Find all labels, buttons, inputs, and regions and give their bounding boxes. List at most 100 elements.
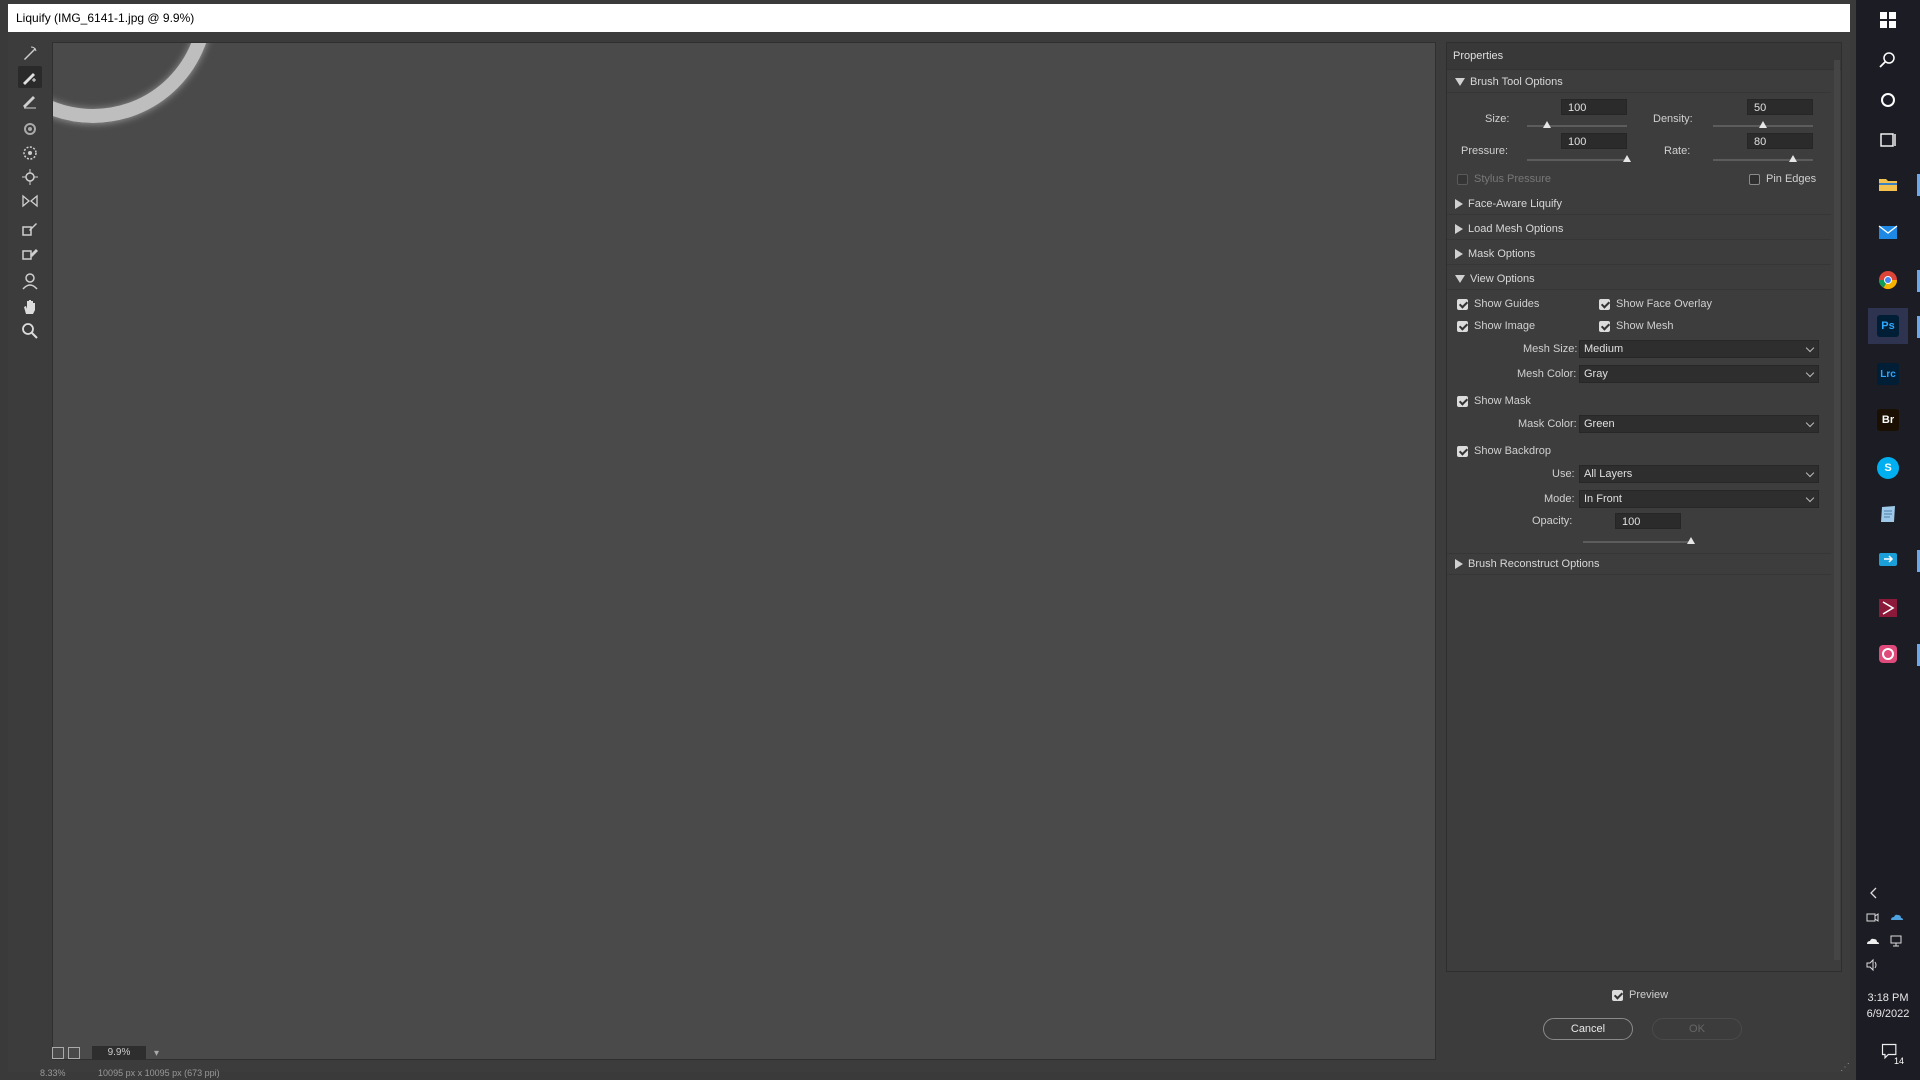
chrome-icon[interactable] bbox=[1868, 262, 1920, 298]
cloud-icon[interactable] bbox=[1862, 933, 1882, 949]
preview-checkbox[interactable]: Preview bbox=[1612, 989, 1668, 1001]
pdf-app-icon[interactable] bbox=[1868, 590, 1908, 626]
task-view-icon[interactable] bbox=[1868, 122, 1908, 158]
show-image-checkbox[interactable]: Show Image bbox=[1457, 320, 1535, 332]
slider-thumb[interactable] bbox=[1623, 155, 1631, 162]
mask-color-select[interactable]: Green bbox=[1579, 415, 1819, 433]
notification-center-icon[interactable]: 14 bbox=[1878, 1040, 1904, 1066]
cancel-button[interactable]: Cancel bbox=[1543, 1018, 1633, 1040]
reconstruct-tool-icon[interactable] bbox=[18, 66, 42, 88]
clock-time[interactable]: 3:18 PM bbox=[1856, 992, 1920, 1004]
show-mask-checkbox[interactable]: Show Mask bbox=[1457, 395, 1531, 407]
show-backdrop-checkbox[interactable]: Show Backdrop bbox=[1457, 445, 1551, 457]
face-aware-liquify-header[interactable]: Face-Aware Liquify bbox=[1447, 193, 1831, 215]
show-face-overlay-checkbox[interactable]: Show Face Overlay bbox=[1599, 298, 1712, 310]
use-select[interactable]: All Layers bbox=[1579, 465, 1819, 483]
zoom-field[interactable]: 9.9% bbox=[92, 1046, 146, 1060]
chevron-down-icon[interactable]: ▾ bbox=[154, 1048, 159, 1059]
properties-panel: Properties Brush Tool Options Size: 100 … bbox=[1446, 42, 1842, 972]
size-slider[interactable] bbox=[1527, 121, 1627, 128]
size-label: Size: bbox=[1485, 113, 1510, 125]
collapse-icon bbox=[1455, 559, 1463, 569]
pucker-tool-icon[interactable] bbox=[18, 142, 42, 164]
zoom-out-button[interactable] bbox=[52, 1047, 64, 1059]
twirl-clockwise-tool-icon[interactable] bbox=[18, 118, 42, 140]
bridge-logo: Br bbox=[1877, 409, 1899, 431]
file-explorer-icon[interactable] bbox=[1868, 166, 1920, 202]
pin-edges-checkbox[interactable]: Pin Edges bbox=[1749, 173, 1816, 185]
opacity-slider[interactable] bbox=[1583, 537, 1695, 544]
freeze-mask-tool-icon[interactable] bbox=[18, 218, 42, 240]
rate-label: Rate: bbox=[1664, 145, 1691, 157]
size-input[interactable]: 100 bbox=[1561, 99, 1627, 115]
zoom-control: 9.9% ▾ bbox=[52, 1044, 159, 1062]
pressure-input[interactable]: 100 bbox=[1561, 133, 1627, 149]
mask-options-header[interactable]: Mask Options bbox=[1447, 243, 1831, 265]
windows-start-icon[interactable] bbox=[1868, 2, 1908, 38]
lightroom-classic-icon[interactable]: Lrc bbox=[1868, 356, 1908, 392]
pressure-slider[interactable] bbox=[1527, 155, 1631, 162]
resize-grip-icon[interactable]: ⋰ bbox=[1840, 1062, 1850, 1073]
use-label: Use: bbox=[1552, 468, 1575, 480]
panel-scrollbar[interactable] bbox=[1834, 60, 1840, 960]
mode-label: Mode: bbox=[1544, 493, 1575, 505]
slider-thumb[interactable] bbox=[1759, 121, 1767, 128]
hand-tool-icon[interactable] bbox=[18, 296, 42, 318]
density-input[interactable]: 50 bbox=[1747, 99, 1813, 115]
skype-icon[interactable]: S bbox=[1868, 450, 1908, 486]
smooth-tool-icon[interactable] bbox=[18, 90, 42, 112]
checkbox-box bbox=[1749, 173, 1760, 185]
expand-icon bbox=[1455, 77, 1465, 86]
photoshop-icon[interactable]: Ps bbox=[1868, 308, 1920, 344]
mesh-color-select[interactable]: Gray bbox=[1579, 365, 1819, 383]
checkbox-box bbox=[1612, 989, 1623, 1001]
meet-now-icon[interactable] bbox=[1862, 909, 1882, 925]
chevron-left-icon[interactable] bbox=[1864, 885, 1884, 901]
forward-warp-tool-icon[interactable] bbox=[18, 42, 42, 64]
cortana-icon[interactable] bbox=[1868, 82, 1908, 118]
opacity-label: Opacity: bbox=[1532, 515, 1573, 527]
chevron-down-icon bbox=[1805, 468, 1815, 478]
rate-slider[interactable] bbox=[1713, 155, 1813, 162]
opacity-input[interactable]: 100 bbox=[1615, 513, 1681, 529]
stylus-pressure-checkbox[interactable]: Stylus Pressure bbox=[1457, 173, 1551, 185]
chevron-down-icon bbox=[1805, 418, 1815, 428]
face-tool-icon[interactable] bbox=[18, 270, 42, 292]
checkbox-box bbox=[1457, 320, 1468, 332]
rate-input[interactable]: 80 bbox=[1747, 133, 1813, 149]
brush-reconstruct-options-header[interactable]: Brush Reconstruct Options bbox=[1447, 553, 1831, 575]
slider-thumb[interactable] bbox=[1687, 537, 1695, 544]
creative-cloud-icon[interactable] bbox=[1868, 636, 1920, 672]
onedrive-icon[interactable] bbox=[1886, 909, 1906, 925]
preview-canvas[interactable] bbox=[52, 42, 1436, 1060]
density-slider[interactable] bbox=[1713, 121, 1813, 128]
thaw-mask-tool-icon[interactable] bbox=[18, 242, 42, 264]
remote-desktop-icon[interactable] bbox=[1868, 542, 1920, 578]
zoom-tool-icon[interactable] bbox=[18, 320, 42, 342]
bloat-tool-icon[interactable] bbox=[18, 166, 42, 188]
load-mesh-options-header[interactable]: Load Mesh Options bbox=[1447, 218, 1831, 240]
mode-select[interactable]: In Front bbox=[1579, 490, 1819, 508]
search-icon[interactable] bbox=[1868, 42, 1908, 78]
view-options-header[interactable]: View Options bbox=[1447, 268, 1831, 290]
push-left-tool-icon[interactable] bbox=[18, 190, 42, 212]
network-icon[interactable] bbox=[1886, 933, 1906, 949]
show-mesh-checkbox[interactable]: Show Mesh bbox=[1599, 320, 1673, 332]
ok-button[interactable]: OK bbox=[1652, 1018, 1742, 1040]
clock-date[interactable]: 6/9/2022 bbox=[1856, 1008, 1920, 1020]
brush-tool-options-header[interactable]: Brush Tool Options bbox=[1447, 71, 1831, 93]
collapse-icon bbox=[1455, 223, 1463, 234]
mesh-size-select[interactable]: Medium bbox=[1579, 340, 1819, 358]
volume-icon[interactable] bbox=[1862, 957, 1882, 973]
mail-icon[interactable] bbox=[1868, 214, 1908, 250]
notepad-icon[interactable] bbox=[1868, 496, 1908, 532]
show-guides-checkbox[interactable]: Show Guides bbox=[1457, 298, 1539, 310]
panel-title: Properties bbox=[1447, 43, 1841, 70]
slider-thumb[interactable] bbox=[1789, 155, 1797, 162]
chevron-down-icon bbox=[1805, 343, 1815, 353]
slider-thumb[interactable] bbox=[1543, 121, 1551, 128]
zoom-in-button[interactable] bbox=[68, 1047, 80, 1059]
checkbox-box bbox=[1599, 298, 1610, 310]
skype-logo: S bbox=[1877, 457, 1899, 479]
bridge-icon[interactable]: Br bbox=[1868, 402, 1908, 438]
